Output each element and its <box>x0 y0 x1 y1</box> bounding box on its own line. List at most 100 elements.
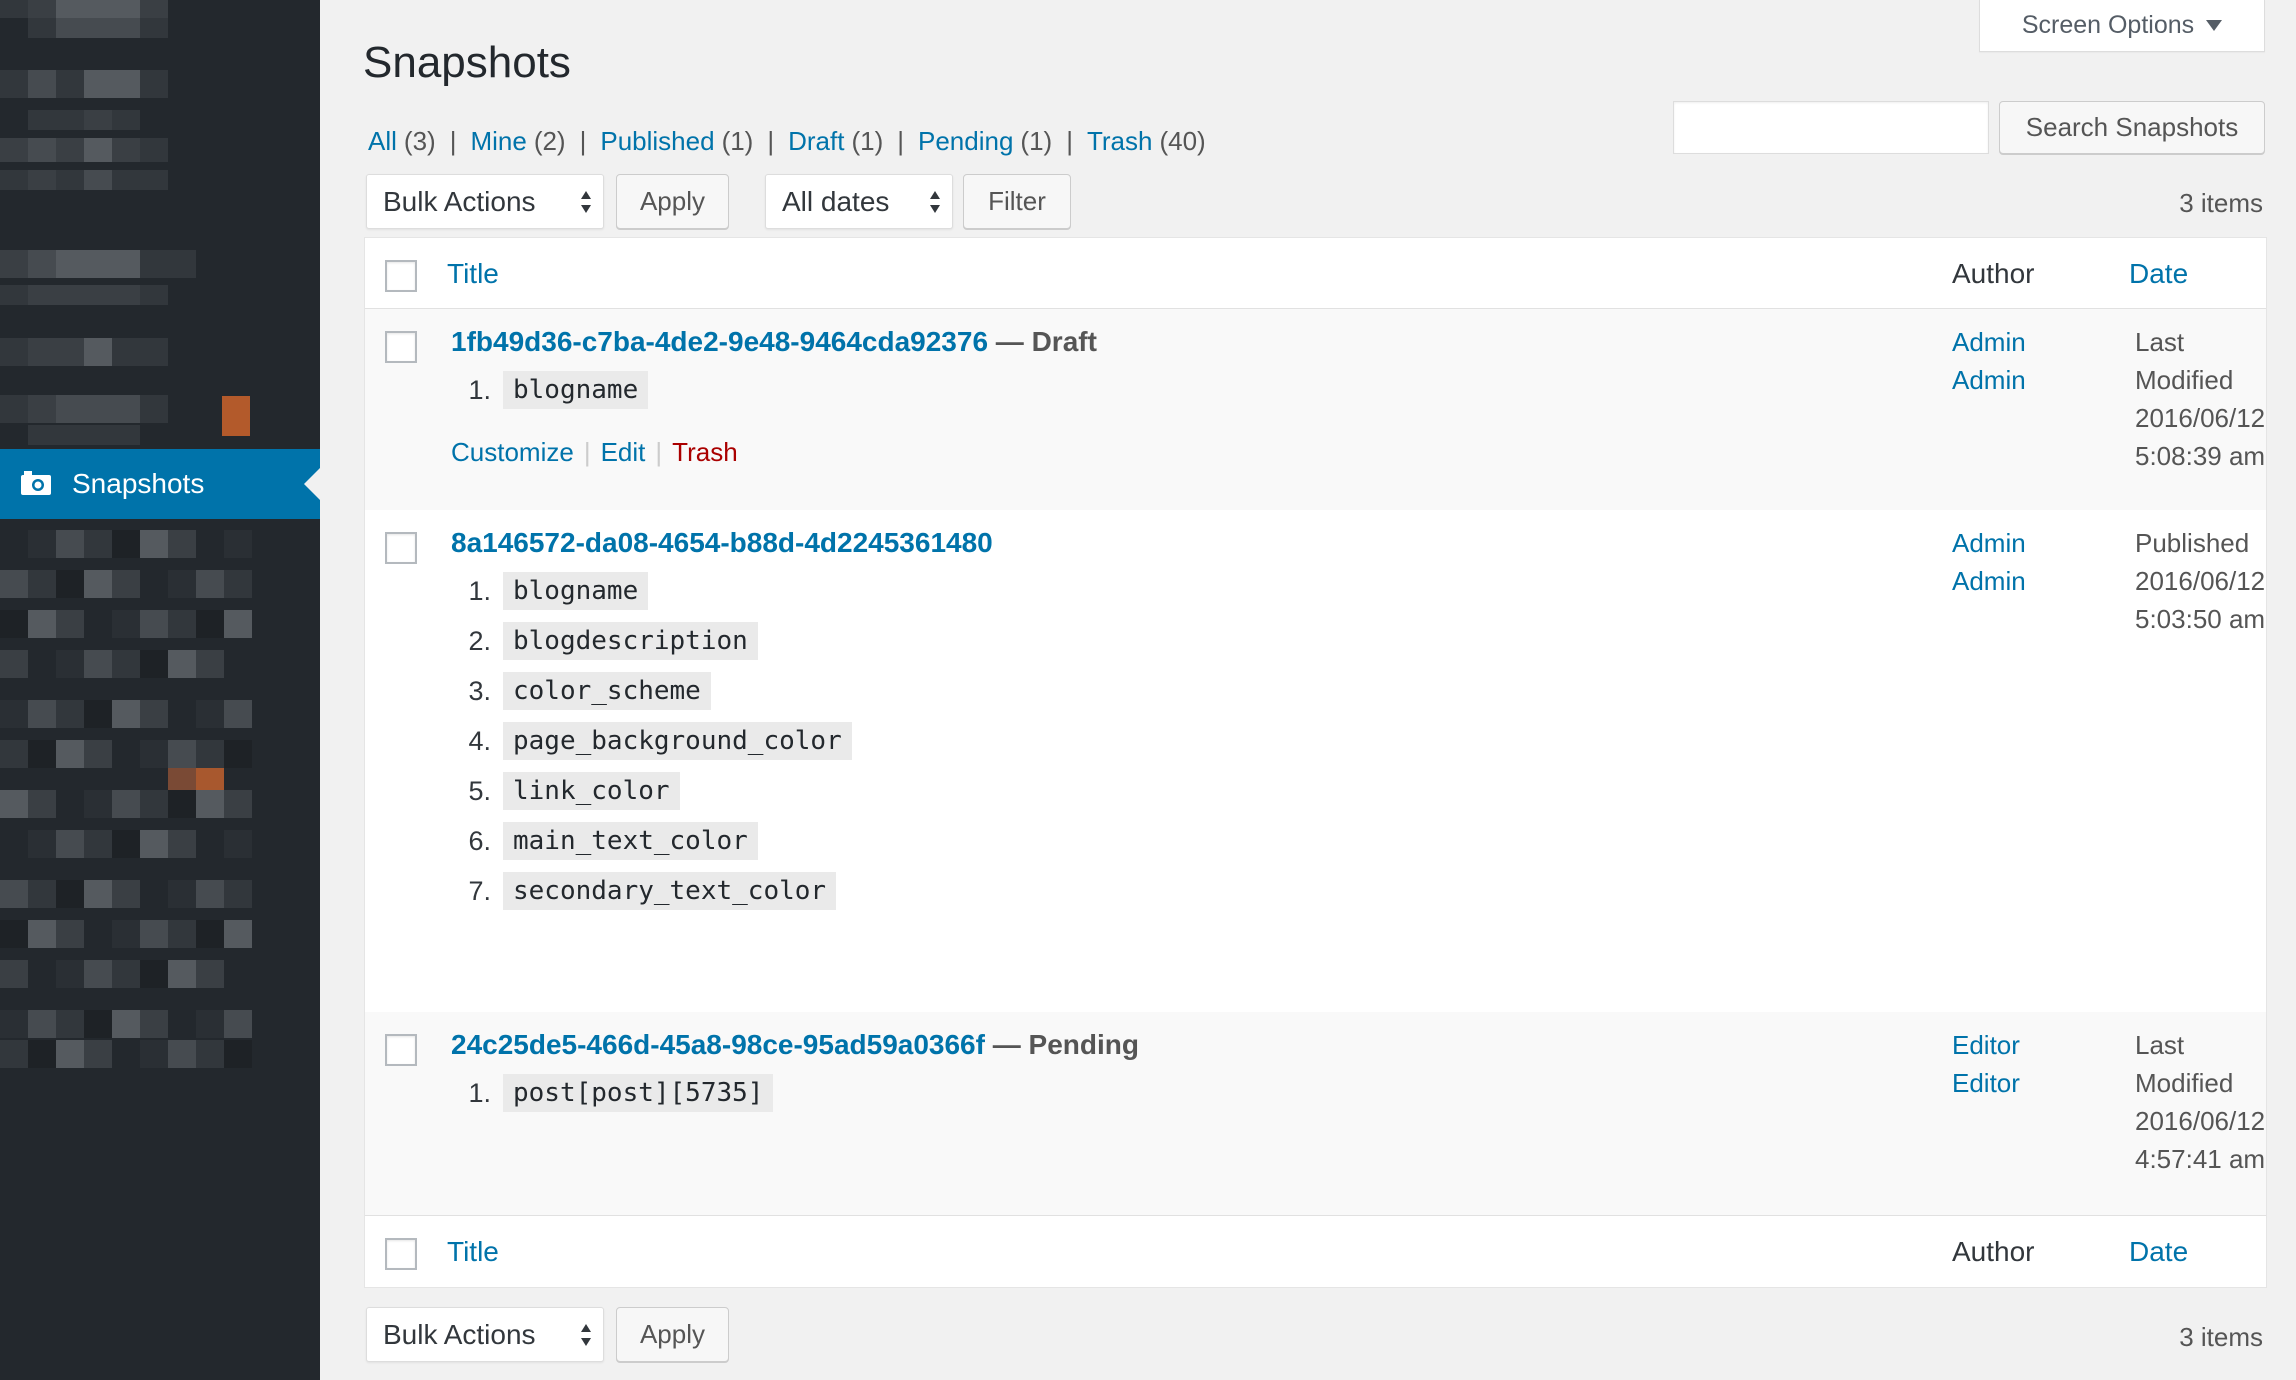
list-item: 6. main_text_color <box>445 816 852 866</box>
row-title-link[interactable]: 24c25de5-466d-45a8-98ce-95ad59a0366f <box>451 1029 985 1060</box>
column-title-sort[interactable]: Title <box>447 258 499 290</box>
pixel-block <box>140 920 168 948</box>
filter-button[interactable]: Filter <box>963 174 1071 229</box>
bulk-actions-select[interactable]: Bulk Actions <box>366 174 604 229</box>
pixel-block <box>168 790 196 818</box>
setting-id: secondary_text_color <box>503 872 837 910</box>
pixel-block <box>56 530 84 558</box>
screen-options-label: Screen Options <box>2021 11 2195 39</box>
setting-id: main_text_color <box>503 822 758 860</box>
sidebar-item-label: Snapshots <box>72 468 205 499</box>
view-published[interactable]: Published (1) <box>600 126 753 157</box>
view-all[interactable]: All (3) <box>368 126 436 157</box>
search-snapshots-button[interactable]: Search Snapshots <box>1999 101 2265 154</box>
view-link[interactable]: Pending <box>918 126 1013 157</box>
author-link[interactable]: Admin <box>1952 365 2026 395</box>
view-link[interactable]: Mine <box>470 126 526 157</box>
select-all-checkbox[interactable] <box>385 260 417 292</box>
pixel-block <box>168 570 196 598</box>
column-date-sort-footer[interactable]: Date <box>2129 1236 2188 1268</box>
pixel-block <box>28 110 56 130</box>
pixel-block <box>0 338 28 366</box>
sidebar-item-snapshots[interactable]: Snapshots <box>0 449 320 519</box>
row-checkbox[interactable] <box>385 532 417 564</box>
pixel-block <box>140 250 168 278</box>
setting-id: link_color <box>503 772 680 810</box>
setting-id: blogname <box>503 572 649 610</box>
screen-options-button[interactable]: Screen Options <box>1979 0 2265 52</box>
pixel-block <box>112 110 140 130</box>
pixel-block <box>112 570 140 598</box>
camera-icon <box>21 471 51 495</box>
row-checkbox[interactable] <box>385 331 417 363</box>
list-item: 1. post[post][5735] <box>445 1068 774 1118</box>
view-mine[interactable]: Mine (2) <box>470 126 565 157</box>
list-item: 1. blogname <box>445 566 852 616</box>
author-link[interactable]: Editor <box>1952 1030 2020 1060</box>
main-content: Screen Options Snapshots All (3) | Mine (2… <box>320 0 2296 1380</box>
table-row: 8a146572-da08-4654-b88d-4d2245361480 1. b… <box>365 510 2266 1012</box>
settings-list: 1. post[post][5735] <box>445 1068 774 1118</box>
pixel-block <box>56 740 84 768</box>
view-link[interactable]: Draft <box>788 126 844 157</box>
bulk-actions-value: Bulk Actions <box>383 185 536 217</box>
pixel-block <box>140 0 168 18</box>
search-input[interactable] <box>1673 101 1989 154</box>
apply-button[interactable]: Apply <box>616 174 729 229</box>
column-title-sort-footer[interactable]: Title <box>447 1236 499 1268</box>
pixel-block <box>0 790 28 818</box>
pixel-block <box>168 530 196 558</box>
view-pending[interactable]: Pending (1) <box>918 126 1052 157</box>
edit-link[interactable]: Edit <box>601 437 646 468</box>
author-link[interactable]: Editor <box>1952 1068 2020 1098</box>
pixel-block <box>196 880 224 908</box>
pixel-block <box>28 740 56 768</box>
date-status: Last <box>2135 1030 2185 1060</box>
table-row: 1fb49d36-c7ba-4de2-9e48-9464cda92376 — D… <box>365 309 2266 510</box>
pixel-block <box>140 700 168 728</box>
author-link[interactable]: Admin <box>1952 528 2026 558</box>
row-title-link[interactable]: 8a146572-da08-4654-b88d-4d2245361480 <box>451 527 993 558</box>
pixel-block <box>196 790 224 818</box>
pixel-block <box>224 740 252 768</box>
setting-id: color_scheme <box>503 672 711 710</box>
author-link[interactable]: Admin <box>1952 327 2026 357</box>
row-title-link[interactable]: 1fb49d36-c7ba-4de2-9e48-9464cda92376 <box>451 326 988 357</box>
view-trash[interactable]: Trash (40) <box>1087 126 1206 157</box>
action-separator: | <box>583 437 591 467</box>
view-link[interactable]: Trash <box>1087 126 1153 157</box>
pixel-block <box>28 570 56 598</box>
apply-button-bottom[interactable]: Apply <box>616 1307 729 1362</box>
pixel-block <box>84 570 112 598</box>
row-checkbox[interactable] <box>385 1034 417 1066</box>
setting-id: page_background_color <box>503 722 852 760</box>
trash-link[interactable]: Trash <box>672 437 738 468</box>
select-arrows-icon <box>581 1324 591 1346</box>
setting-id: blogname <box>503 371 649 409</box>
author-link[interactable]: Admin <box>1952 566 2026 596</box>
setting-id: post[post][5735] <box>503 1074 774 1112</box>
pixel-block <box>140 530 168 558</box>
pixel-block <box>112 18 140 38</box>
items-count-bottom: 3 items <box>2179 1322 2263 1352</box>
pixel-block <box>224 790 252 818</box>
pixel-block <box>0 138 28 162</box>
dates-filter-select[interactable]: All dates <box>765 174 953 229</box>
column-date-sort[interactable]: Date <box>2129 258 2188 290</box>
dates-value: All dates <box>782 185 890 217</box>
view-draft[interactable]: Draft (1) <box>788 126 883 157</box>
pixel-block <box>196 650 224 678</box>
pixel-block <box>196 570 224 598</box>
pixel-block <box>28 425 56 445</box>
customize-link[interactable]: Customize <box>451 437 574 468</box>
view-link[interactable]: Published <box>600 126 714 157</box>
pixel-block <box>0 1040 28 1068</box>
view-link[interactable]: All <box>368 126 397 157</box>
select-all-checkbox-footer[interactable] <box>385 1238 417 1270</box>
pixel-block <box>84 880 112 908</box>
pixel-block <box>28 18 56 38</box>
pixel-block <box>28 395 56 423</box>
pixel-block <box>112 610 140 638</box>
action-separator: | <box>655 437 663 467</box>
bulk-actions-select-bottom[interactable]: Bulk Actions <box>366 1307 604 1362</box>
